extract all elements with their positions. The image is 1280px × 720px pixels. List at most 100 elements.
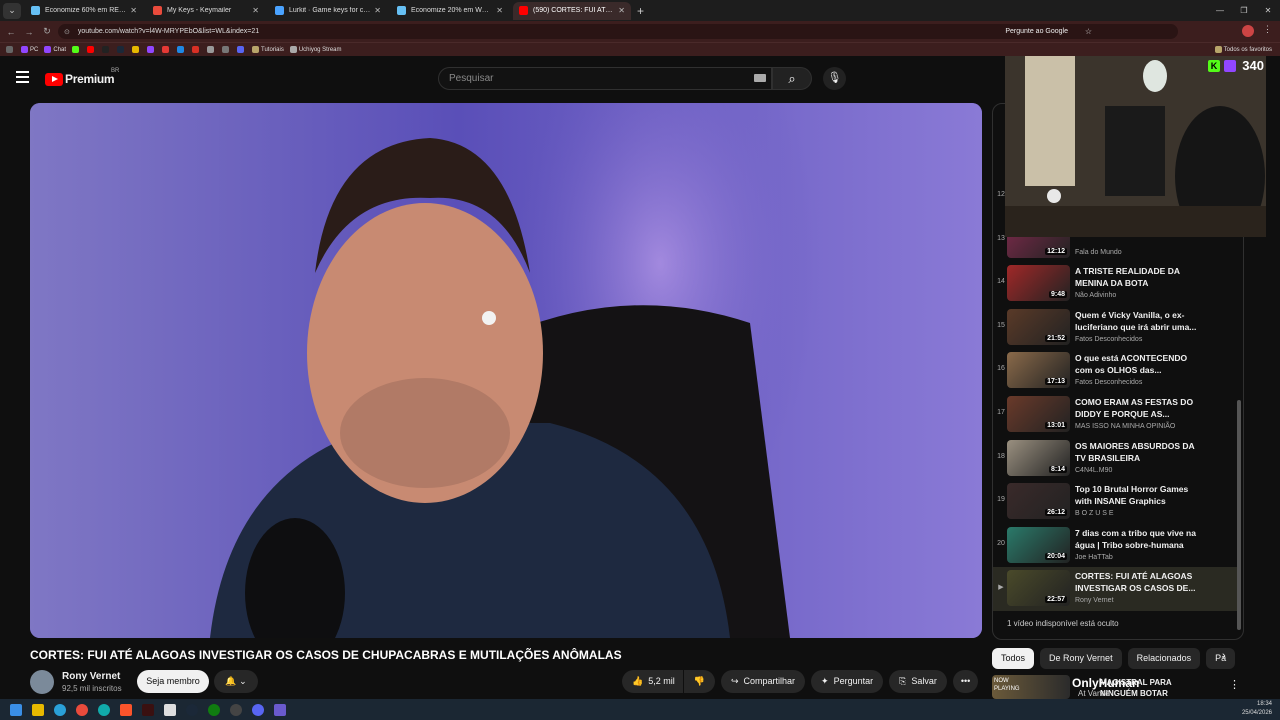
apps-icon[interactable]	[6, 46, 15, 53]
search-button[interactable]: ⌕	[772, 67, 812, 90]
bookmark-s-icon[interactable]	[132, 46, 141, 53]
chip-from-channel[interactable]: De Rony Vernet	[1040, 648, 1122, 669]
close-tab-icon[interactable]: ✕	[618, 6, 625, 15]
menu-icon[interactable]	[16, 71, 29, 86]
chip-all[interactable]: Todos	[992, 648, 1035, 669]
restore-icon[interactable]: ❐	[1232, 0, 1256, 21]
discord-icon[interactable]	[252, 703, 264, 716]
bookmark-uchiyog-stream[interactable]: Uchiyog Stream	[289, 46, 342, 53]
bookmark-star-icon[interactable]: ☆	[1085, 27, 1092, 36]
site-info-icon[interactable]: ⊙	[64, 28, 70, 36]
close-tab-icon[interactable]: ✕	[374, 6, 381, 15]
reload-icon[interactable]: ↻	[40, 26, 54, 37]
youtube-premium-logo[interactable]: Premium BR	[45, 68, 119, 86]
keyboard-icon[interactable]	[754, 74, 766, 82]
like-button[interactable]: 👍 5,2 mil	[622, 670, 683, 693]
steam-icon[interactable]	[186, 703, 198, 716]
bookmark-chat[interactable]: Chat	[44, 46, 66, 53]
ask-button[interactable]: ✦ Perguntar	[811, 670, 884, 693]
playlist-item-title[interactable]: 7 dias com a tribo que vive na água | Tr…	[1075, 527, 1203, 551]
more-actions-button[interactable]: •••	[952, 670, 979, 693]
playlist-item[interactable]: 19 26:12 Top 10 Brutal Horror Games with I…	[993, 480, 1237, 524]
bookmark-tiktok-icon[interactable]	[102, 46, 111, 53]
playlist-thumbnail[interactable]: 20:04	[1007, 526, 1070, 563]
back-icon[interactable]: ←	[4, 27, 18, 37]
browser-tab[interactable]: Economize 20% em We Gotta ✕	[391, 2, 509, 20]
profile-avatar[interactable]	[1242, 25, 1254, 37]
playlist-thumbnail[interactable]: 8:14	[1007, 439, 1070, 476]
bookmark-folder-tutoriais[interactable]: Tutoriais	[252, 46, 284, 53]
brave-icon[interactable]	[120, 703, 132, 716]
playlist-thumbnail[interactable]: 22:57	[1007, 570, 1070, 607]
dislike-button[interactable]: 👎	[683, 670, 715, 693]
forward-icon[interactable]: →	[22, 27, 36, 37]
windows-start-icon[interactable]	[10, 703, 22, 716]
app-c-icon[interactable]	[98, 703, 110, 716]
video-player[interactable]	[30, 103, 982, 638]
playlist-item-title[interactable]: A TRISTE REALIDADE DA MENINA DA BOTA	[1075, 265, 1203, 289]
chip-more[interactable]: Pa	[1206, 648, 1236, 669]
playlist-item[interactable]: 14 9:48 A TRISTE REALIDADE DA MENINA DA BO…	[993, 262, 1237, 306]
all-bookmarks-folder[interactable]: Todos os favoritos	[1214, 46, 1272, 53]
omnibox[interactable]: ⊙ youtube.com/watch?v=l4W-MRYPEbO&list=W…	[58, 24, 1178, 39]
file-explorer-icon[interactable]	[32, 703, 44, 716]
browser-tab[interactable]: My Keys - Keymailer ✕	[147, 2, 265, 20]
playlist-item-title[interactable]: Top 10 Brutal Horror Games with INSANE G…	[1075, 483, 1203, 507]
playlist-thumbnail[interactable]: 9:48	[1007, 265, 1070, 302]
browser-tab[interactable]: Lurkit · Game keys for conte ✕	[269, 2, 387, 20]
playlist-item[interactable]: 20 20:04 7 dias com a tribo que vive na ág…	[993, 524, 1237, 568]
playlist-item[interactable]: 15 21:52 Quem é Vicky Vanilla, o ex-lucife…	[993, 306, 1237, 350]
xbox-icon[interactable]	[208, 703, 220, 716]
search-input[interactable]: Pesquisar	[438, 67, 772, 90]
playlist-item-title[interactable]: COMO ERAM AS FESTAS DO DIDDY E PORQUE AS…	[1075, 396, 1203, 420]
bookmark-twitch-icon[interactable]	[147, 46, 156, 53]
playlist-item[interactable]: 18 8:14 OS MAIORES ABSURDOS DA TV BRASILEI…	[993, 437, 1237, 481]
new-tab-button[interactable]: +	[637, 4, 644, 18]
playlist-thumbnail[interactable]: 13:01	[1007, 396, 1070, 432]
close-window-icon[interactable]: ✕	[1256, 0, 1280, 21]
bookmark-gmail-icon[interactable]	[192, 46, 201, 53]
minimize-icon[interactable]: —	[1208, 0, 1232, 21]
bookmark-globe-icon[interactable]	[222, 46, 231, 53]
playlist-thumbnail[interactable]: 21:52	[1007, 308, 1070, 345]
join-member-button[interactable]: Seja membro	[137, 670, 209, 693]
playlist-item-title[interactable]: CORTES: FUI ATÉ ALAGOAS INVESTIGAR OS CA…	[1075, 570, 1203, 594]
bookmark-kick-icon[interactable]	[72, 46, 81, 53]
playlist-item-title[interactable]: O que está ACONTECENDO com os OLHOS das.…	[1075, 352, 1203, 376]
playlist-item-title[interactable]: OS MAIORES ABSURDOS DA TV BRASILEIRA	[1075, 440, 1203, 464]
edge-icon[interactable]	[54, 703, 66, 716]
system-tray-clock[interactable]: 18:34 25/04/2026	[1242, 700, 1272, 718]
next-video-thumbnail[interactable]: NOW PLAYING	[992, 675, 1070, 699]
playlist-item[interactable]: ▶ 22:57 CORTES: FUI ATÉ ALAGOAS INVESTIGAR…	[993, 567, 1237, 612]
save-button[interactable]: ⎘ Salvar	[889, 670, 947, 693]
app-purple-icon[interactable]	[274, 703, 286, 716]
playlist-thumbnail[interactable]: 26:12	[1007, 483, 1070, 520]
bookmark-youtube-icon[interactable]	[87, 46, 96, 53]
channel-avatar[interactable]	[30, 670, 54, 694]
close-tab-icon[interactable]: ✕	[496, 6, 503, 15]
chip-related[interactable]: Relacionados	[1127, 648, 1201, 669]
bookmark-blue-icon[interactable]	[177, 46, 186, 53]
bookmark-steam-icon[interactable]	[117, 46, 126, 53]
obs-icon[interactable]	[230, 703, 242, 716]
browser-tab[interactable]: Economize 60% em REVEIL no ✕	[25, 2, 143, 20]
playlist-item-title[interactable]: Quem é Vicky Vanilla, o ex-luciferiano q…	[1075, 309, 1203, 333]
playlist-scrollbar[interactable]	[1237, 400, 1241, 630]
notification-bell-button[interactable]: 🔔 ⌄	[214, 670, 258, 693]
chevron-right-icon[interactable]: ›	[1222, 650, 1226, 662]
playlist-item[interactable]: 17 13:01 COMO ERAM AS FESTAS DO DIDDY E PO…	[993, 393, 1237, 437]
bookmark-red-icon[interactable]	[162, 46, 171, 53]
bookmark-discord-icon[interactable]	[237, 46, 246, 53]
chrome-icon[interactable]	[76, 703, 88, 716]
channel-name[interactable]: Rony Vernet	[62, 671, 122, 682]
menu-dots-icon[interactable]: ⋮	[1263, 24, 1272, 35]
voice-search-button[interactable]: 🎙	[823, 67, 846, 90]
close-tab-icon[interactable]: ✕	[130, 6, 137, 15]
close-tab-icon[interactable]: ✕	[252, 6, 259, 15]
share-button[interactable]: ↪ Compartilhar	[720, 670, 806, 693]
tab-search-button[interactable]: ⌄	[3, 2, 21, 19]
bookmark-openai-icon[interactable]	[207, 46, 216, 53]
ask-google-button[interactable]: Pergunte ao Google	[1005, 28, 1068, 35]
calendar-icon[interactable]	[164, 703, 176, 716]
app-dark-icon[interactable]	[142, 703, 154, 716]
